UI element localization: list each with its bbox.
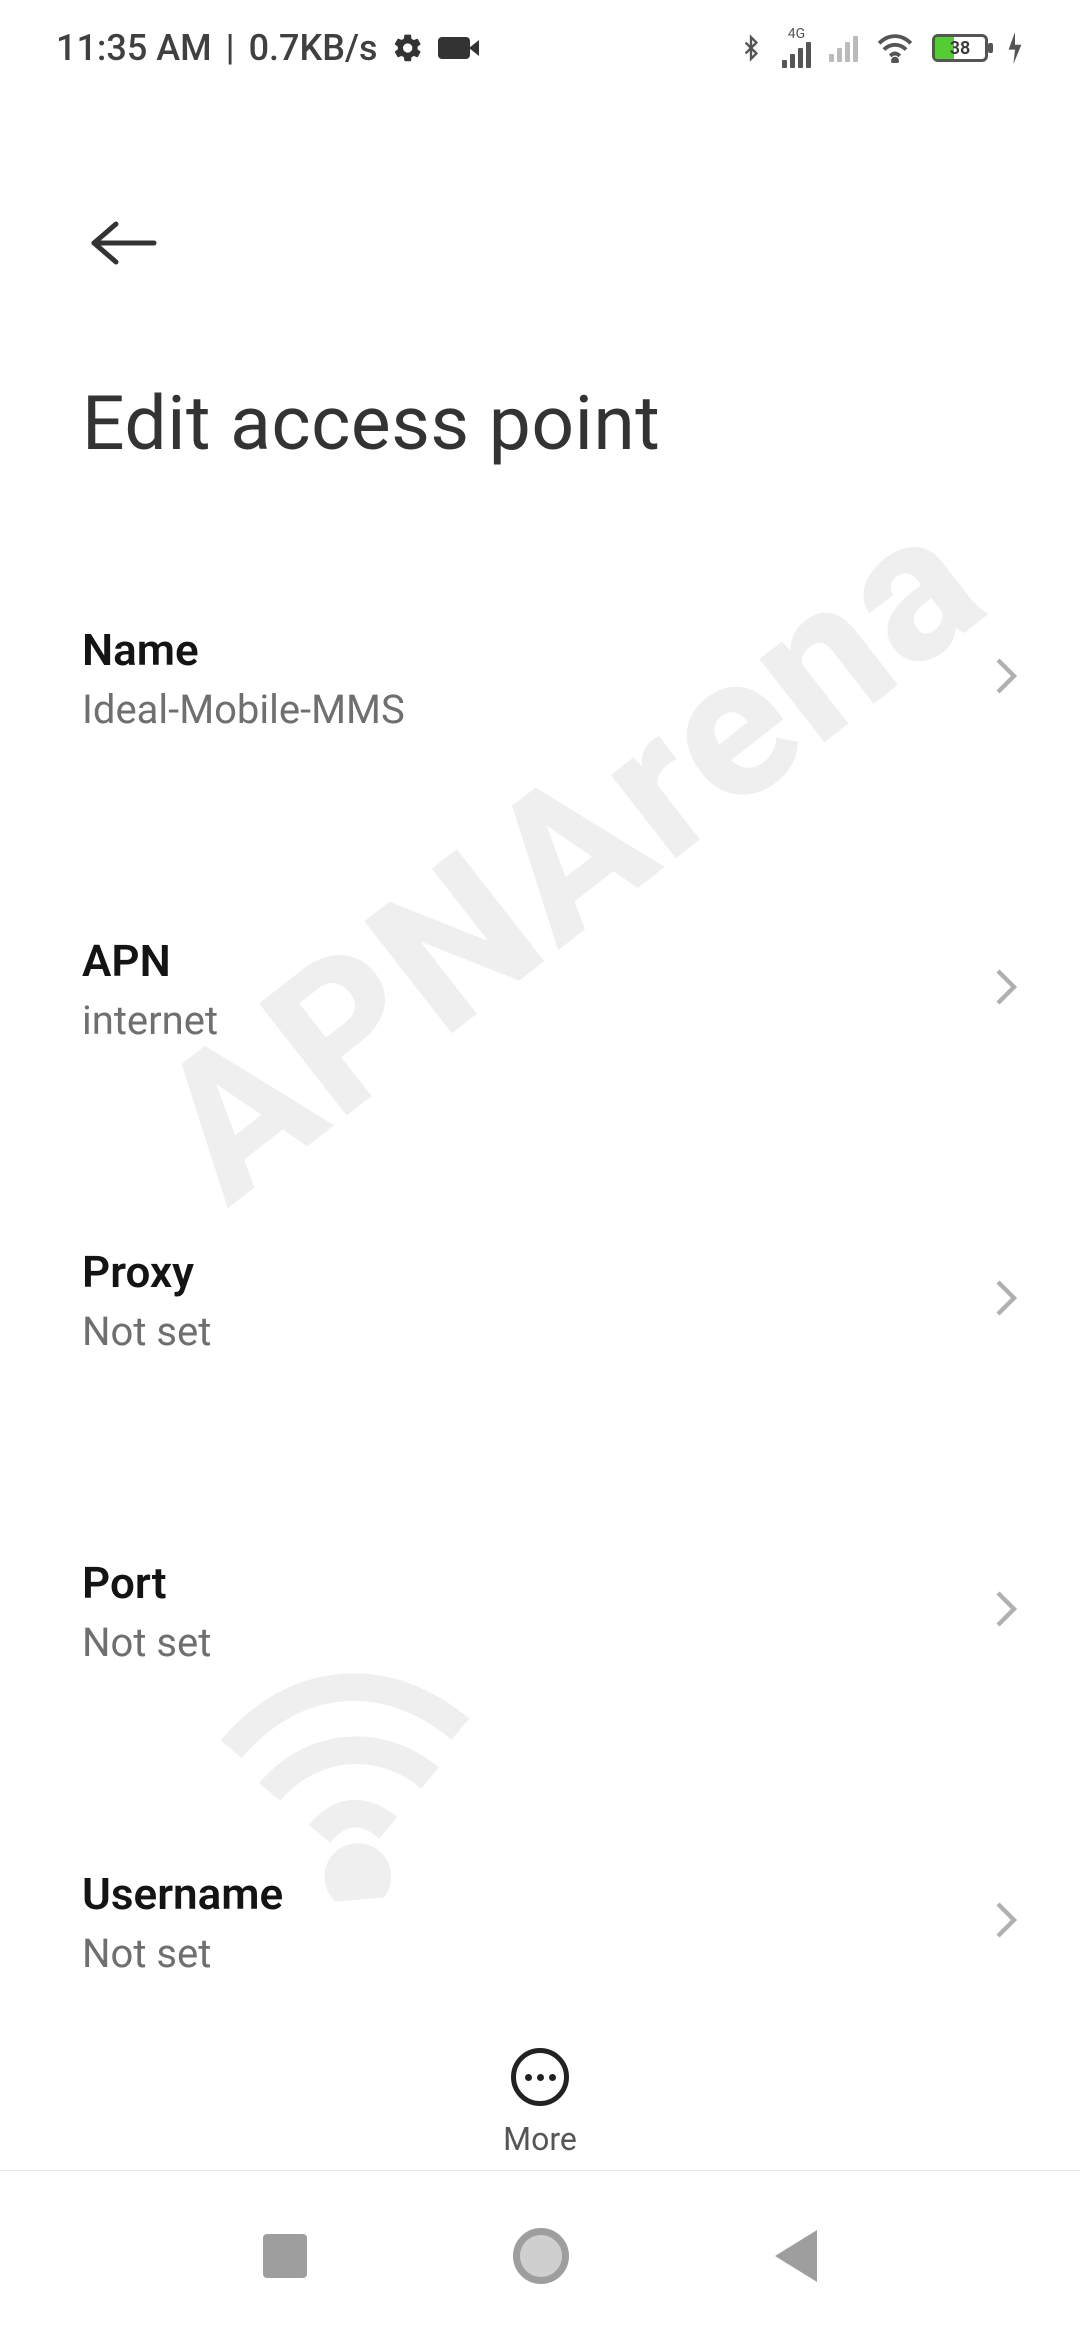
status-divider: | [226,27,235,69]
camera-icon [438,37,470,59]
status-left: 11:35 AM | 0.7KB/s [56,27,470,69]
item-value: Not set [82,1930,988,1977]
wifi-icon [876,33,914,63]
chevron-right-icon [992,967,1020,1011]
status-right: 4G 38 [738,28,1024,68]
username-row[interactable]: Username Not set [0,1820,1080,1980]
chevron-right-icon [992,1278,1020,1322]
charging-icon [1006,32,1024,64]
item-value: internet [82,997,988,1044]
nav-recents-button[interactable] [263,2234,307,2278]
page-title: Edit access point [82,380,660,468]
nav-back-button[interactable] [775,2230,817,2282]
system-nav-bar [0,2170,1080,2340]
proxy-row[interactable]: Proxy Not set [0,1198,1080,1401]
status-bar: 11:35 AM | 0.7KB/s 4G 38 [0,0,1080,96]
chevron-right-icon [992,1589,1020,1633]
item-label: Proxy [82,1246,988,1298]
battery-icon: 38 [932,34,988,62]
nav-home-button[interactable] [513,2228,569,2284]
item-label: Username [82,1868,988,1920]
back-button[interactable] [88,218,160,272]
chevron-right-icon [992,656,1020,700]
apn-name-row[interactable]: Name Ideal-Mobile-MMS [0,576,1080,779]
arrow-left-icon [88,218,160,268]
signal-sim2-icon [829,34,858,62]
settings-list[interactable]: Name Ideal-Mobile-MMS APN internet Proxy… [0,576,1080,1980]
status-time: 11:35 AM [56,27,212,69]
more-button[interactable]: More [0,2048,1080,2158]
apn-row[interactable]: APN internet [0,887,1080,1090]
bluetooth-icon [738,30,764,66]
port-row[interactable]: Port Not set [0,1509,1080,1712]
more-icon [511,2048,569,2106]
gear-icon [392,32,424,64]
item-label: Port [82,1557,988,1609]
item-label: APN [82,935,988,987]
item-value: Not set [82,1619,988,1666]
item-value: Ideal-Mobile-MMS [82,686,988,733]
more-label: More [503,2120,577,2158]
chevron-right-icon [992,1900,1020,1944]
signal-sim1-icon: 4G [782,28,811,68]
status-data-rate: 0.7KB/s [249,27,378,69]
item-value: Not set [82,1308,988,1355]
item-label: Name [82,624,988,676]
